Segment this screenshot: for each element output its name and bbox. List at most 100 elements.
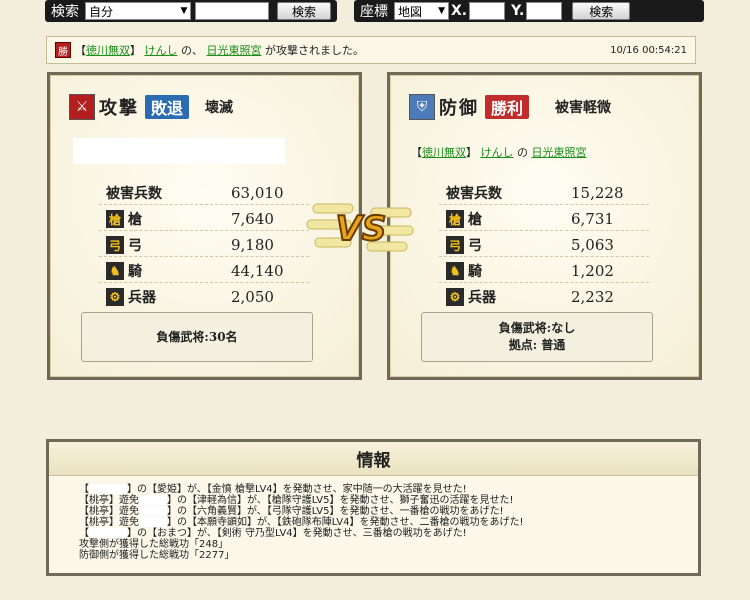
coord-bar: 座標 地図 ▼ X. Y. 検索 — [354, 0, 704, 22]
attack-stats: 被害兵数 63,010 槍槍 7,640 弓弓 9,180 ♞ 騎 44,140 ⚙ 兵器 2… — [106, 180, 284, 310]
redacted-name — [89, 528, 127, 538]
log-line: 【 】の【おまつ】が、【剣術 守乃型LV4】を発動させ、三番槍の戦功をあげた! — [79, 528, 698, 539]
cavalry-value: 44,140 — [231, 262, 284, 280]
divider — [99, 256, 309, 257]
weapon-value: 2,232 — [571, 288, 614, 306]
attack-footer-box: 負傷武将:30名 — [81, 312, 313, 362]
defender-name: 【徳川無双】 けんし の 日光東照宮 — [411, 144, 587, 160]
defense-merit-summary: 防御側が獲得した総戦功「2277」 — [79, 550, 235, 561]
attack-role-label: 攻撃 — [99, 98, 139, 119]
spear-label: 槍 — [468, 212, 482, 228]
search-button[interactable]: 検索 — [277, 2, 331, 20]
siege-weapon-icon: ⚙ — [446, 288, 464, 306]
log-line: 【桃亭】遊免 】の【本願寺顕如】が、【鉄砲隊布陣LV4】を発動させ、二番槍の戦功を… — [79, 517, 698, 528]
location-link[interactable]: 日光東照宮 — [207, 42, 262, 58]
bracket: 】 — [466, 146, 477, 159]
weapon-label: 兵器 — [128, 290, 156, 306]
player-link[interactable]: けんし — [481, 146, 514, 159]
player-link[interactable]: けんし — [145, 42, 178, 58]
base-status: 拠点: 普通 — [508, 338, 566, 352]
x-coord-input[interactable] — [469, 2, 506, 20]
search-scope-select[interactable]: 自分 ▼ — [85, 2, 192, 20]
alliance-link[interactable]: 徳川無双 — [86, 42, 130, 58]
defense-role-label: 防御 — [439, 98, 479, 119]
vs-emblem: VS — [306, 203, 414, 252]
horse-icon: ♞ — [106, 262, 124, 280]
weapon-label: 兵器 — [468, 290, 496, 306]
attack-damage-status: 壊滅 — [205, 100, 234, 116]
chevron-down-icon: ▼ — [438, 6, 445, 16]
log-text: 】の【六角義賢】が、【弓隊守護LV5】を発動させ、一番槍の戦功をあげた! — [167, 506, 504, 517]
search-label: 検索 — [51, 4, 79, 20]
notice-text: の、 — [181, 44, 203, 57]
coord-search-button[interactable]: 検索 — [572, 2, 631, 20]
injured-generals: 負傷武将:30名 — [156, 329, 238, 344]
defense-damage-status: 被害軽微 — [555, 100, 612, 116]
crossed-swords-icon: ⚔ — [69, 94, 95, 120]
divider — [99, 282, 309, 283]
bow-icon: 弓 — [446, 236, 464, 254]
bow-label: 弓 — [468, 238, 482, 254]
battle-notice: 勝 【徳川無双】 けんし の、 日光東照宮 が攻撃されました。 10/16 00… — [46, 36, 696, 64]
vs-label: VS — [336, 209, 387, 249]
divider — [439, 204, 649, 205]
bracket: 【 — [411, 146, 422, 159]
coord-map-select[interactable]: 地図 ▼ — [394, 2, 449, 20]
weapon-value: 2,050 — [231, 288, 274, 306]
bow-icon: 弓 — [106, 236, 124, 254]
notice-text: が攻撃されました。 — [265, 44, 364, 57]
divider — [439, 282, 649, 283]
total-casualties-value: 63,010 — [231, 184, 284, 202]
spear-icon: 槍 — [446, 210, 464, 228]
log-line: 【桃亭】遊免 】の【津軽為信】が、【槍隊守護LV5】を発動させ、獅子奮迅の活躍を見… — [79, 495, 698, 506]
defense-stats: 被害兵数 15,228 槍槍 6,731 弓弓 5,063 ♞ 騎 1,202 ⚙ 兵器 2,… — [446, 180, 624, 310]
coord-label: 座標 — [360, 4, 388, 20]
total-casualties-label: 被害兵数 — [446, 186, 502, 202]
y-coord-input[interactable] — [526, 2, 563, 20]
divider — [439, 230, 649, 231]
divider — [99, 204, 309, 205]
injured-generals: 負傷武将:なし — [498, 321, 576, 335]
info-panel: 情報 【 】の【愛姫】が、【金憤 槍撃LV4】を発動させ、家中随一の大活躍を見せた… — [46, 439, 701, 576]
spear-label: 槍 — [128, 212, 142, 228]
chevron-down-icon: ▼ — [180, 6, 188, 16]
alliance-link[interactable]: 徳川無双 — [422, 146, 466, 159]
log-prefix: 【 — [79, 528, 89, 539]
search-input[interactable] — [195, 2, 270, 20]
info-title: 情報 — [356, 451, 391, 471]
log-prefix: 【桃亭】遊免 — [79, 495, 139, 506]
redacted-name — [139, 506, 167, 516]
cavalry-label: 騎 — [468, 264, 482, 280]
siege-weapon-icon: ⚙ — [106, 288, 124, 306]
log-prefix: 【 — [79, 484, 89, 495]
shield-icon: ⛨ — [409, 94, 435, 120]
spear-value: 6,731 — [571, 210, 614, 228]
bow-label: 弓 — [128, 238, 142, 254]
log-prefix: 【桃亭】遊免 — [79, 517, 139, 528]
search-scope-value: 自分 — [89, 4, 114, 19]
y-label: Y. — [511, 3, 525, 19]
total-casualties-label: 被害兵数 — [106, 186, 162, 202]
bow-value: 5,063 — [571, 236, 614, 254]
spear-value: 7,640 — [231, 210, 274, 228]
battle-log: 【 】の【愛姫】が、【金憤 槍撃LV4】を発動させ、家中随一の大活躍を見せた! 【… — [49, 476, 698, 561]
spear-icon: 槍 — [106, 210, 124, 228]
log-text: 】の【おまつ】が、【剣術 守乃型LV4】を発動させ、三番槍の戦功をあげた! — [127, 528, 467, 539]
defense-footer-box: 負傷武将:なし 拠点: 普通 — [421, 312, 653, 362]
x-label: X. — [451, 3, 468, 19]
total-casualties-value: 15,228 — [571, 184, 624, 202]
defense-panel: ⛨ 防御 勝利 被害軽微 【徳川無双】 けんし の 日光東照宮 被害兵数 15,2… — [387, 72, 702, 380]
coord-map-value: 地図 — [398, 4, 423, 19]
victory-badge-icon: 勝 — [55, 42, 71, 58]
timestamp: 10/16 00:54:21 — [610, 44, 687, 56]
search-bar: 検索 自分 ▼ 検索 — [45, 0, 337, 22]
cavalry-value: 1,202 — [571, 262, 614, 280]
log-line: 【桃亭】遊免 】の【六角義賢】が、【弓隊守護LV5】を発動させ、一番槍の戦功をあげ… — [79, 506, 698, 517]
bow-value: 9,180 — [231, 236, 274, 254]
redacted-name — [139, 495, 167, 505]
attack-merit-summary: 攻撃側が獲得した総戦功「248」 — [79, 539, 229, 550]
location-link[interactable]: 日光東照宮 — [532, 146, 587, 159]
horse-icon: ♞ — [446, 262, 464, 280]
redacted-name — [139, 517, 167, 527]
attacker-name — [73, 138, 285, 164]
